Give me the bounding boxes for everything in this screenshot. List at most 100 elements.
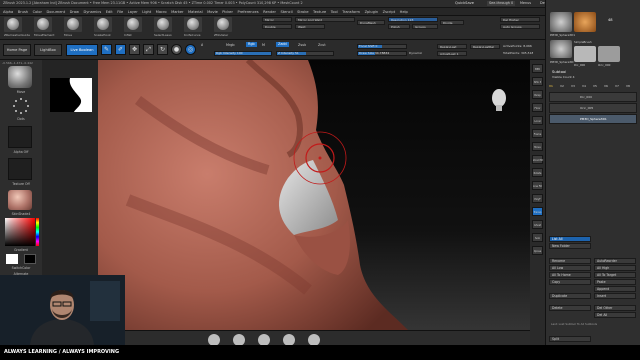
tool-thumb-3[interactable]: [550, 40, 572, 58]
draw-size-slider[interactable]: Draw Size 34.78834: [357, 51, 407, 56]
visibility-v7[interactable]: V7: [615, 84, 619, 88]
menu-material[interactable]: Material: [188, 8, 203, 16]
auto-groups-button[interactable]: Auto Groups: [500, 24, 540, 29]
menu-texture[interactable]: Texture: [313, 8, 326, 16]
viewport-floor-button[interactable]: Floor: [532, 103, 543, 112]
copy-button[interactable]: Copy: [549, 279, 591, 285]
brush-shortcut-zmodeler[interactable]: [214, 17, 232, 32]
z-intensity-slider[interactable]: Z Intensity 51: [276, 51, 334, 56]
material-thumbnail[interactable]: [8, 190, 32, 210]
texture-thumbnail[interactable]: [8, 158, 32, 180]
subtool-row-1[interactable]: Dic_000: [549, 92, 637, 102]
weld-button[interactable]: Weld: [295, 24, 325, 29]
paste-button[interactable]: Paste: [594, 279, 636, 285]
viewport-rotate-button[interactable]: Rotate: [532, 168, 543, 177]
menu-draw[interactable]: Draw: [70, 8, 79, 16]
menu-dynamics[interactable]: Dynamics: [84, 8, 102, 16]
menu-zplugin[interactable]: Zplugin: [365, 8, 379, 16]
visibility-v5[interactable]: V5: [593, 84, 597, 88]
menu-layer[interactable]: Layer: [128, 8, 138, 16]
brush-shortcut-inflat[interactable]: [124, 17, 142, 32]
viewport-polyf-button[interactable]: PolyF: [532, 194, 543, 203]
duplicate-button[interactable]: Duplicate: [549, 293, 591, 299]
quicksave-button[interactable]: QuickSave: [455, 1, 474, 6]
mrgb-button[interactable]: Mrgb: [226, 43, 235, 48]
divide-button[interactable]: Divide: [440, 20, 464, 25]
home-page-button[interactable]: Home Page: [3, 44, 31, 56]
menu-document[interactable]: Document: [46, 8, 65, 16]
brush-shortcut-snakehook[interactable]: [94, 17, 112, 32]
visibility-v1[interactable]: V1: [549, 84, 553, 88]
all-high-button[interactable]: All High: [594, 265, 636, 271]
viewport-transp-button[interactable]: Transp: [532, 207, 543, 216]
menu-file[interactable]: File: [117, 8, 123, 16]
auto-reorder-button[interactable]: AutoReorder: [594, 258, 636, 264]
tool-thumb-2[interactable]: [574, 12, 596, 32]
delete-button[interactable]: Delete: [549, 305, 591, 311]
split-button[interactable]: Split: [549, 336, 591, 342]
list-all-button[interactable]: List All: [549, 236, 591, 242]
menu-transform[interactable]: Transform: [342, 8, 360, 16]
resolution-slider[interactable]: Resolution 128: [388, 17, 438, 22]
viewport-line-fill-button[interactable]: Line Fill: [532, 181, 543, 190]
dynamic-toggle[interactable]: Dynamic: [409, 51, 422, 56]
insert-button[interactable]: Insert: [594, 293, 636, 299]
double-button[interactable]: Double: [262, 24, 292, 29]
visibility-v6[interactable]: V6: [604, 84, 608, 88]
groups-button[interactable]: Groups: [412, 24, 438, 29]
tool-thumb-1[interactable]: [550, 12, 572, 32]
del-higher-button[interactable]: Del Higher: [500, 17, 540, 22]
switch-color-button[interactable]: SwitchColor: [0, 266, 42, 270]
subtool-row-2[interactable]: Oric_005: [549, 103, 637, 113]
viewport-xpose-button[interactable]: Xpose: [532, 246, 543, 255]
viewport-frame-button[interactable]: Frame: [532, 129, 543, 138]
viewport-zoom3d-button[interactable]: Zoom3D: [532, 155, 543, 164]
brush-shortcut-selectlasso[interactable]: [154, 17, 172, 32]
symmetry-button[interactable]: ◎: [185, 44, 196, 55]
zsub-button[interactable]: Zsub: [298, 43, 306, 48]
visibility-v3[interactable]: V3: [571, 84, 575, 88]
move-button[interactable]: ✥: [129, 44, 140, 55]
draw-button[interactable]: ✐: [115, 44, 126, 55]
menu-render[interactable]: Render: [263, 8, 276, 16]
brush-thumbnail[interactable]: [8, 66, 32, 88]
sphere-button[interactable]: ●: [171, 44, 182, 55]
menu-zscript[interactable]: Zscript: [383, 8, 395, 16]
menu-movie[interactable]: Movie: [207, 8, 218, 16]
subtool-row-3-selected[interactable]: PM3D_Sphere3D1: [549, 114, 637, 124]
menu-marker[interactable]: Marker: [171, 8, 183, 16]
menu-help[interactable]: Help: [400, 8, 408, 16]
menu-light[interactable]: Light: [142, 8, 151, 16]
navigation-head-gizmo[interactable]: [488, 88, 510, 112]
rotate-button[interactable]: ↻: [157, 44, 168, 55]
scale-button[interactable]: ⤢: [143, 44, 154, 55]
brush-shortcut-moveelement[interactable]: [34, 17, 52, 32]
menu-stencil[interactable]: Stencil: [280, 8, 292, 16]
del-other-button[interactable]: Del Other: [594, 305, 636, 311]
all-to-target-button[interactable]: All To Target: [594, 272, 636, 278]
polish-button[interactable]: Polish: [388, 24, 410, 29]
rgb-intensity-slider[interactable]: Rgb Intensity 100: [214, 51, 272, 56]
menu-preferences[interactable]: Preferences: [238, 8, 259, 16]
rename-button[interactable]: Rename: [549, 258, 591, 264]
menu-color[interactable]: Color: [33, 8, 42, 16]
replay-last-rel-button[interactable]: ReplayLastRel: [470, 44, 500, 49]
append-button[interactable]: Append: [594, 286, 636, 292]
see-through-slider[interactable]: See-through 0: [487, 1, 516, 6]
canvas-viewport[interactable]: [98, 60, 530, 345]
del-all-button[interactable]: Del All: [594, 312, 636, 318]
viewport-persp-button[interactable]: Persp: [532, 90, 543, 99]
color-picker[interactable]: [5, 218, 35, 246]
menu-tool[interactable]: Tool: [331, 8, 338, 16]
brush-shortcut-knifecurve[interactable]: [184, 17, 202, 32]
new-folder-button[interactable]: New Folder: [549, 243, 591, 249]
mirror-button[interactable]: Mirror: [262, 17, 292, 22]
menu-brush[interactable]: Brush: [18, 8, 28, 16]
edit-button[interactable]: ✎: [101, 44, 112, 55]
viewport-move-button[interactable]: Move: [532, 142, 543, 151]
m-button[interactable]: M: [262, 43, 265, 48]
viewport-bpr-button[interactable]: BPR: [532, 64, 543, 73]
viewport-local-button[interactable]: Local: [532, 116, 543, 125]
mirror-and-weld-button[interactable]: Mirror And Weld: [295, 17, 355, 22]
primary-color-swatch[interactable]: [6, 254, 18, 264]
